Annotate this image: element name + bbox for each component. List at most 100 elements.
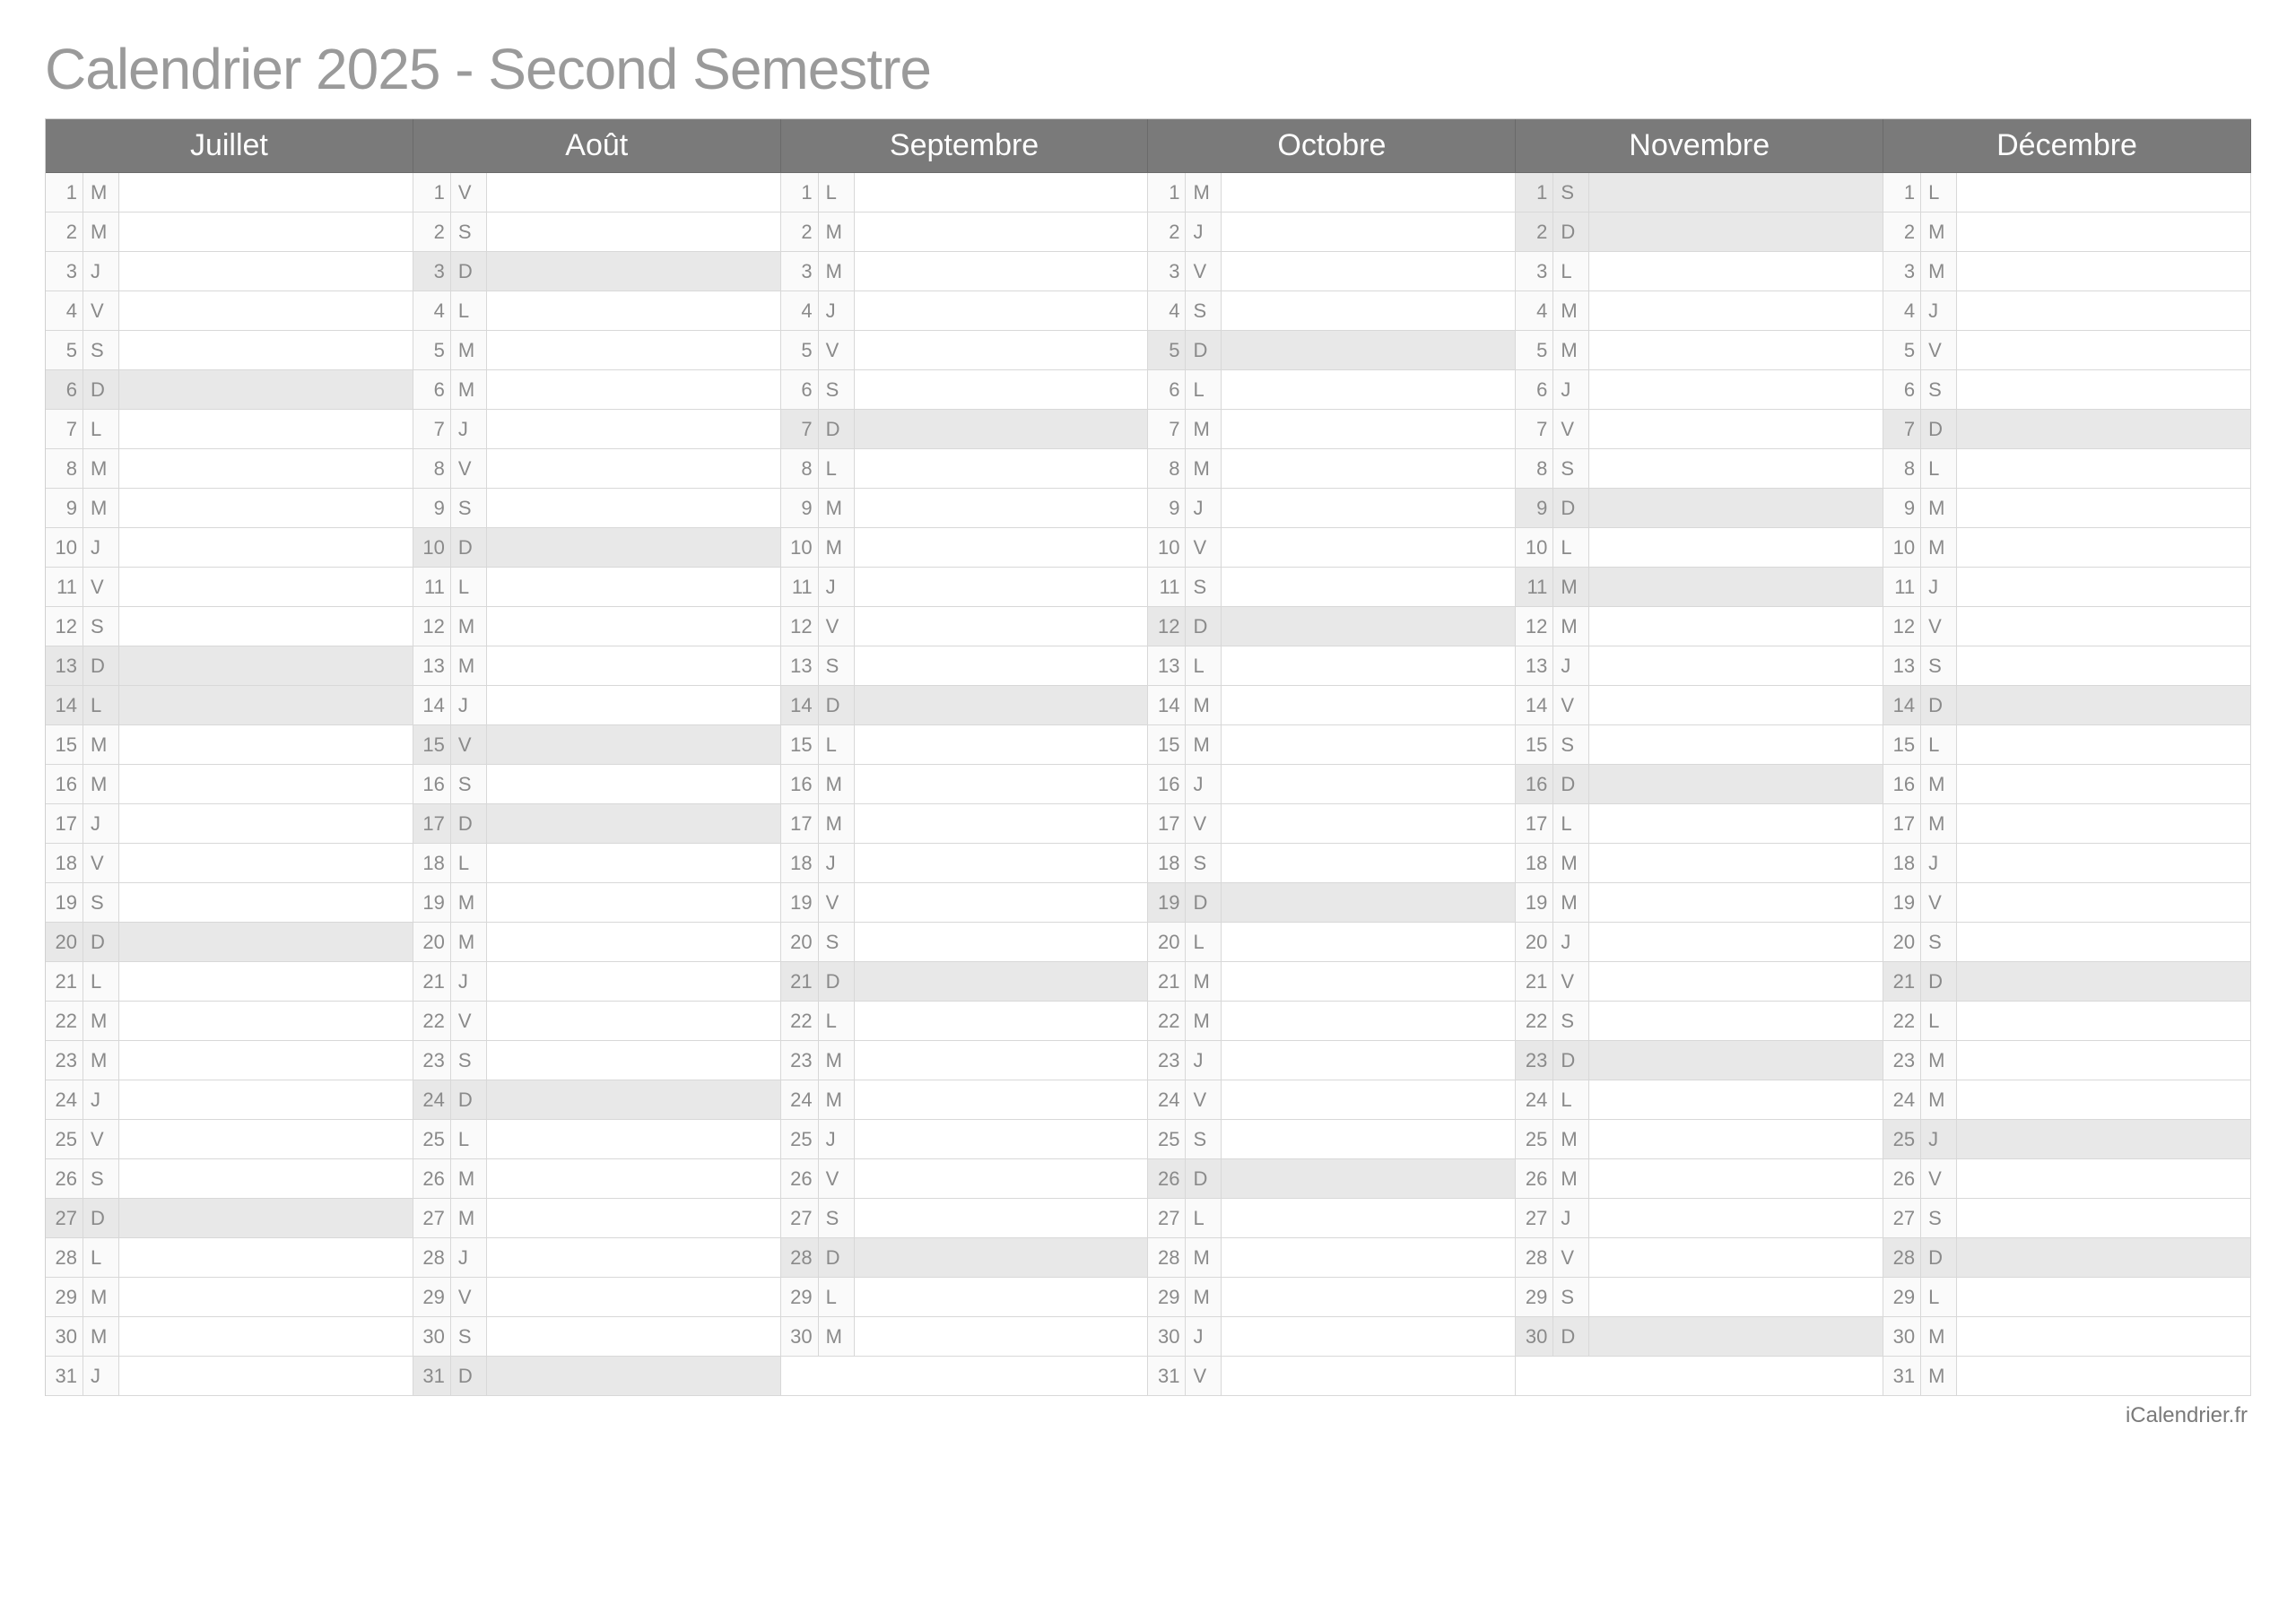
day-of-week: M (83, 725, 119, 764)
day-of-week: L (1553, 804, 1589, 843)
day-number: 12 (1516, 607, 1553, 646)
day-number: 12 (781, 607, 819, 646)
day-number: 27 (46, 1199, 83, 1237)
day-note-space (1589, 489, 1883, 527)
day-row: 23M (781, 1041, 1149, 1080)
day-row: 22V (413, 1002, 781, 1041)
day-number: 7 (46, 410, 83, 448)
day-of-week: D (1553, 489, 1589, 527)
day-row: 4V (46, 291, 413, 331)
day-note-space (487, 1278, 780, 1316)
day-of-week: M (451, 1159, 487, 1198)
day-row: 6L (1148, 370, 1516, 410)
day-of-week: M (1186, 1002, 1222, 1040)
day-number: 14 (46, 686, 83, 724)
day-row: 22S (1516, 1002, 1883, 1041)
day-of-week: L (1553, 528, 1589, 567)
day-number: 18 (46, 844, 83, 882)
day-row: 20M (413, 923, 781, 962)
day-of-week: M (1186, 173, 1222, 212)
day-row: 15V (413, 725, 781, 765)
day-row: 10V (1148, 528, 1516, 568)
day-of-week: D (1921, 1238, 1957, 1277)
day-of-week: S (1921, 646, 1957, 685)
day-row: 23D (1516, 1041, 1883, 1080)
day-row: 25S (1148, 1120, 1516, 1159)
day-note-space (487, 449, 780, 488)
day-note-space (1589, 370, 1883, 409)
day-note-space (1589, 291, 1883, 330)
day-note-space (1222, 607, 1515, 646)
day-number: 26 (1516, 1159, 1553, 1198)
day-of-week: V (1186, 252, 1222, 291)
day-number: 8 (46, 449, 83, 488)
day-note-space (1222, 1080, 1515, 1119)
day-row: 21J (413, 962, 781, 1002)
day-number: 12 (46, 607, 83, 646)
month-column: Décembre1L2M3M4J5V6S7D8L9M10M11J12V13S14… (1883, 119, 2251, 1396)
day-row: 13J (1516, 646, 1883, 686)
day-of-week: J (1553, 1199, 1589, 1237)
day-row: 13M (413, 646, 781, 686)
day-note-space (1222, 646, 1515, 685)
day-number: 22 (781, 1002, 819, 1040)
day-row: 14V (1516, 686, 1883, 725)
day-of-week: L (451, 568, 487, 606)
month-column: Novembre1S2D3L4M5M6J7V8S9D10L11M12M13J14… (1516, 119, 1883, 1396)
day-of-week: J (83, 528, 119, 567)
day-note-space (487, 291, 780, 330)
day-row: 2M (1883, 213, 2251, 252)
day-row: 26S (46, 1159, 413, 1199)
day-number: 6 (1516, 370, 1553, 409)
day-note-space (1589, 1199, 1883, 1237)
day-number: 12 (1883, 607, 1921, 646)
day-number: 18 (781, 844, 819, 882)
day-number: 1 (1516, 173, 1553, 212)
day-number: 20 (1516, 923, 1553, 961)
day-row: 10M (1883, 528, 2251, 568)
day-note-space (119, 1357, 413, 1395)
day-row: 21L (46, 962, 413, 1002)
day-number: 30 (1883, 1317, 1921, 1356)
day-number: 4 (1148, 291, 1186, 330)
day-of-week: D (819, 410, 855, 448)
day-of-week: M (1921, 213, 1957, 251)
day-of-week: J (1553, 370, 1589, 409)
day-note-space (1589, 686, 1883, 724)
day-row: 31M (1883, 1357, 2251, 1396)
day-of-week: M (83, 1002, 119, 1040)
day-number: 6 (1883, 370, 1921, 409)
day-of-week: M (1553, 844, 1589, 882)
day-note-space (855, 765, 1148, 803)
day-note-space (487, 410, 780, 448)
day-number: 28 (781, 1238, 819, 1277)
day-number: 22 (1883, 1002, 1921, 1040)
day-note-space (1589, 1041, 1883, 1080)
day-of-week: J (451, 1238, 487, 1277)
day-row: 3V (1148, 252, 1516, 291)
day-of-week: L (1921, 173, 1957, 212)
day-of-week: M (819, 489, 855, 527)
day-note-space (487, 1159, 780, 1198)
day-note-space (119, 607, 413, 646)
day-note-space (487, 844, 780, 882)
day-row: 22L (1883, 1002, 2251, 1041)
day-number: 2 (1516, 213, 1553, 251)
day-row: 11M (1516, 568, 1883, 607)
day-number: 28 (413, 1238, 451, 1277)
day-of-week: M (83, 1317, 119, 1356)
day-of-week: D (451, 804, 487, 843)
day-of-week: M (1921, 252, 1957, 291)
day-row: 19V (1883, 883, 2251, 923)
day-number: 21 (1883, 962, 1921, 1001)
day-row: 13S (1883, 646, 2251, 686)
day-note-space (119, 252, 413, 291)
day-note-space (1957, 1199, 2250, 1237)
day-number: 6 (1148, 370, 1186, 409)
day-number: 1 (413, 173, 451, 212)
day-row: 14J (413, 686, 781, 725)
day-row: 1S (1516, 173, 1883, 213)
day-of-week: S (819, 1199, 855, 1237)
day-note-space (1957, 1120, 2250, 1158)
day-row: 26V (1883, 1159, 2251, 1199)
